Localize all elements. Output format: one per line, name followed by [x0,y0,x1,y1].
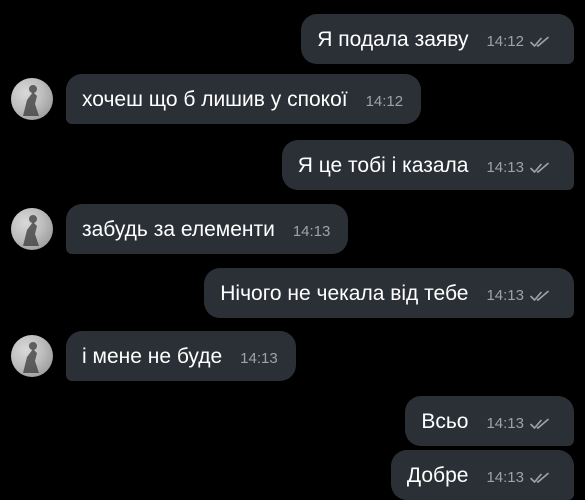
message-row-outgoing: Всьо 14:13 [0,396,585,446]
message-text: забудь за елементи [82,217,275,241]
message-bubble-outgoing[interactable]: Добре 14:13 [390,450,574,500]
contact-avatar[interactable] [11,78,53,120]
message-text: Всьо [421,409,469,433]
message-time: 14:13 [486,468,524,486]
message-row-incoming: і мене не буде 14:13 [0,331,585,381]
double-check-icon [530,417,550,429]
message-bubble-incoming[interactable]: і мене не буде 14:13 [66,331,296,381]
message-time: 14:13 [486,286,524,304]
message-text: Я це тобі і казала [297,153,469,177]
message-text: Нічого не чекала від тебе [220,281,469,305]
message-time: 14:13 [240,349,278,367]
message-text: і мене не буде [82,344,223,368]
message-text: хочеш що б лишив у спокої [82,87,348,111]
message-bubble-outgoing[interactable]: Я подала заяву 14:12 [301,14,574,64]
double-check-icon [530,161,550,173]
double-check-icon [530,471,550,483]
message-text: Добре [406,463,469,487]
chat-message-list: Я подала заяву 14:12 хочеш що б лишив у … [0,0,585,500]
message-row-incoming: забудь за елементи 14:13 [0,204,585,254]
message-time: 14:13 [486,158,524,176]
message-time: 14:13 [486,414,524,432]
contact-avatar[interactable] [11,208,53,250]
message-row-outgoing: Я подала заяву 14:12 [0,14,585,64]
message-bubble-outgoing[interactable]: Всьо 14:13 [405,396,574,446]
double-check-icon [530,35,550,47]
message-row-outgoing: Нічого не чекала від тебе 14:13 [0,268,585,318]
contact-avatar[interactable] [11,335,53,377]
message-text: Я подала заяву [317,27,469,51]
message-bubble-incoming[interactable]: забудь за елементи 14:13 [66,204,349,254]
message-time: 14:12 [486,32,524,50]
message-row-outgoing: Добре 14:13 [0,450,585,500]
message-bubble-outgoing[interactable]: Я це тобі і казала 14:13 [281,140,574,190]
message-bubble-incoming[interactable]: хочеш що б лишив у спокої 14:12 [66,74,422,124]
message-row-outgoing: Я це тобі і казала 14:13 [0,140,585,190]
double-check-icon [530,289,550,301]
message-row-incoming: хочеш що б лишив у спокої 14:12 [0,74,585,124]
message-bubble-outgoing[interactable]: Нічого не чекала від тебе 14:13 [204,268,574,318]
message-time: 14:13 [292,222,331,240]
message-time: 14:12 [365,92,404,110]
